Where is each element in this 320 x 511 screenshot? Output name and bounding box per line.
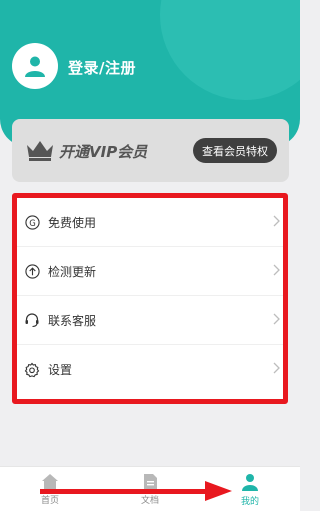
menu-item-contact-support[interactable]: 联系客服 (17, 296, 283, 345)
crown-icon (27, 141, 53, 161)
menu-item-check-update[interactable]: 检测更新 (17, 247, 283, 296)
tab-home[interactable]: 首页 (20, 467, 80, 511)
menu-item-label: 检测更新 (48, 264, 97, 279)
g-circle-icon: G (24, 214, 40, 230)
gear-icon (24, 362, 40, 378)
headset-icon (24, 312, 40, 328)
header-decoration (160, 0, 300, 100)
login-register-link[interactable]: 登录/注册 (68, 57, 136, 78)
tab-label: 首页 (40, 496, 59, 506)
menu-item-settings[interactable]: 设置 (17, 345, 283, 394)
avatar[interactable] (12, 43, 58, 89)
vip-card[interactable]: 开通VIP会员 查看会员特权 (12, 119, 289, 182)
tab-label: 我的 (240, 497, 259, 507)
tab-documents[interactable]: 文档 (120, 467, 180, 511)
tab-mine[interactable]: 我的 (220, 467, 280, 511)
vip-title: 开通VIP会员 (59, 143, 148, 161)
chevron-right-icon (273, 264, 280, 276)
bottom-tab-bar: 首页 文档 我的 (0, 466, 300, 511)
chevron-right-icon (273, 215, 280, 227)
upload-circle-icon (24, 263, 40, 279)
menu-item-label: 免费使用 (48, 215, 97, 230)
user-avatar-icon (25, 56, 45, 77)
menu-item-free-use[interactable]: G 免费使用 (17, 198, 283, 247)
tab-label: 文档 (140, 496, 159, 506)
menu-item-label: 设置 (48, 363, 73, 377)
user-icon (242, 474, 258, 491)
chevron-right-icon (273, 313, 280, 325)
chevron-right-icon (273, 362, 280, 374)
menu-item-label: 联系客服 (48, 313, 97, 328)
view-vip-privileges-button[interactable]: 查看会员特权 (193, 138, 277, 163)
home-icon (42, 474, 58, 489)
svg-text:G: G (29, 217, 36, 227)
settings-menu: G 免费使用 检测更新 联系客服 设置 (12, 193, 288, 404)
document-icon (143, 474, 157, 489)
